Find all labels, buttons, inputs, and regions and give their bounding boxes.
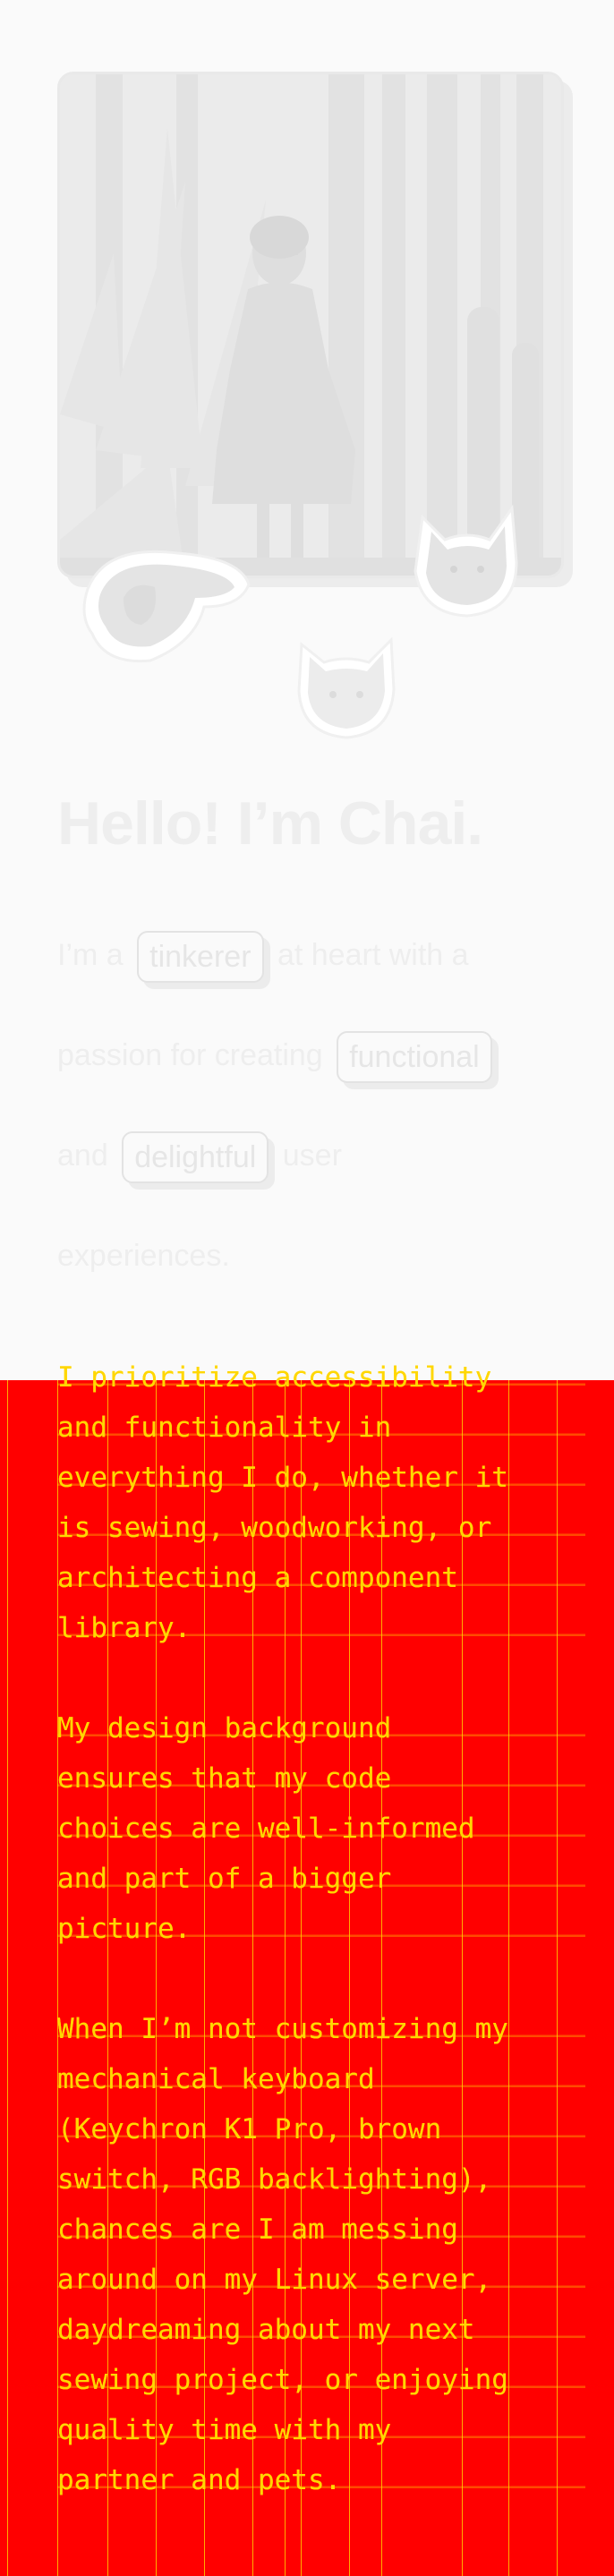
intro-line-1: I’m a tinkerer at heart with a xyxy=(57,905,559,1005)
bio-line: I prioritize accessibility xyxy=(57,1352,585,1403)
pill-delightful: delightful xyxy=(122,1131,269,1184)
bio-text: I prioritize accessibility and functiona… xyxy=(57,1352,585,2505)
bio-line: quality time with my xyxy=(57,2405,585,2455)
bio-line: sewing project, or enjoying xyxy=(57,2355,585,2405)
guide-line xyxy=(7,1380,8,2576)
intro-line-4: experiences. xyxy=(57,1239,230,1273)
bio-line: and part of a bigger xyxy=(57,1854,585,1904)
bio-line: ensures that my code xyxy=(57,1753,585,1804)
cat-sticker-gray xyxy=(405,490,530,629)
bio-line: chances are I am messing xyxy=(57,2205,585,2255)
bio-line: library. xyxy=(57,1603,585,1653)
intro-paragraph: I’m a tinkerer at heart with a passion f… xyxy=(57,905,559,1306)
bio-line: choices are well-informed xyxy=(57,1804,585,1854)
bio-line: switch, RGB backlighting), xyxy=(57,2154,585,2205)
bio-line: picture. xyxy=(57,1904,585,1954)
bio-line: partner and pets. xyxy=(57,2455,585,2505)
intro-line-3: and delightful user xyxy=(57,1105,559,1206)
intro-text: at heart with a xyxy=(277,938,469,972)
intro-line-2: passion for creating functional xyxy=(57,1005,559,1105)
intro-text: user xyxy=(282,1139,342,1173)
dog-sticker xyxy=(70,535,258,674)
bio-line: is sewing, woodworking, or xyxy=(57,1503,585,1553)
cat-sticker-white xyxy=(288,627,405,747)
bio-line: mechanical keyboard xyxy=(57,2054,585,2104)
bio-line: everything I do, whether it xyxy=(57,1453,585,1503)
bio-line: (Keychron K1 Pro, brown xyxy=(57,2104,585,2154)
page-title: Hello! I’m Chai. xyxy=(57,789,483,857)
bio-line: daydreaming about my next xyxy=(57,2305,585,2355)
pill-tinkerer: tinkerer xyxy=(137,931,264,984)
intro-text: passion for creating xyxy=(57,1038,323,1072)
pill-functional: functional xyxy=(337,1031,492,1084)
bio-line: around on my Linux server, xyxy=(57,2255,585,2305)
bio-line: architecting a component xyxy=(57,1553,585,1603)
intro-text: I’m a xyxy=(57,938,124,972)
intro-text: and xyxy=(57,1139,108,1173)
page: Hello! I’m Chai. I’m a tinkerer at heart… xyxy=(0,0,614,2576)
bio-line: and functionality in xyxy=(57,1403,585,1453)
bio-line: My design background xyxy=(57,1703,585,1753)
bio-line: When I’m not customizing my xyxy=(57,2004,585,2054)
